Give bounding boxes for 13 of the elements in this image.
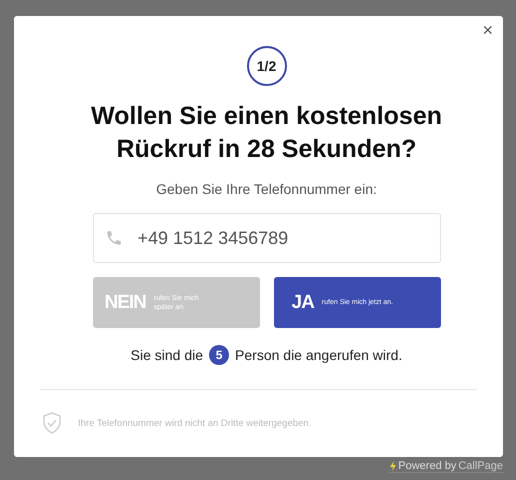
powered-by-link[interactable]: Powered by CallPage <box>390 460 503 473</box>
subtitle: Geben Sie Ihre Telefonnummer ein: <box>156 181 377 197</box>
step-indicator: 1/2 <box>246 46 286 86</box>
queue-text: Sie sind die <box>130 347 204 363</box>
queue-count: 5 <box>209 345 230 365</box>
privacy-note: Ihre Telefonnummer wird nicht an Dritte weitergegeben. <box>78 418 312 428</box>
lightning-icon <box>390 461 396 471</box>
phone-field[interactable]: +49 1512 3456789 <box>92 213 440 263</box>
queue-text: Person die angerufen wird. <box>235 347 402 363</box>
heading: Wollen Sie einen kostenlosen Rückruf in 28 Sekunden? <box>90 101 443 165</box>
close-button[interactable]: × <box>482 22 493 38</box>
shield-check-icon <box>42 412 62 434</box>
phone-icon <box>104 229 122 247</box>
